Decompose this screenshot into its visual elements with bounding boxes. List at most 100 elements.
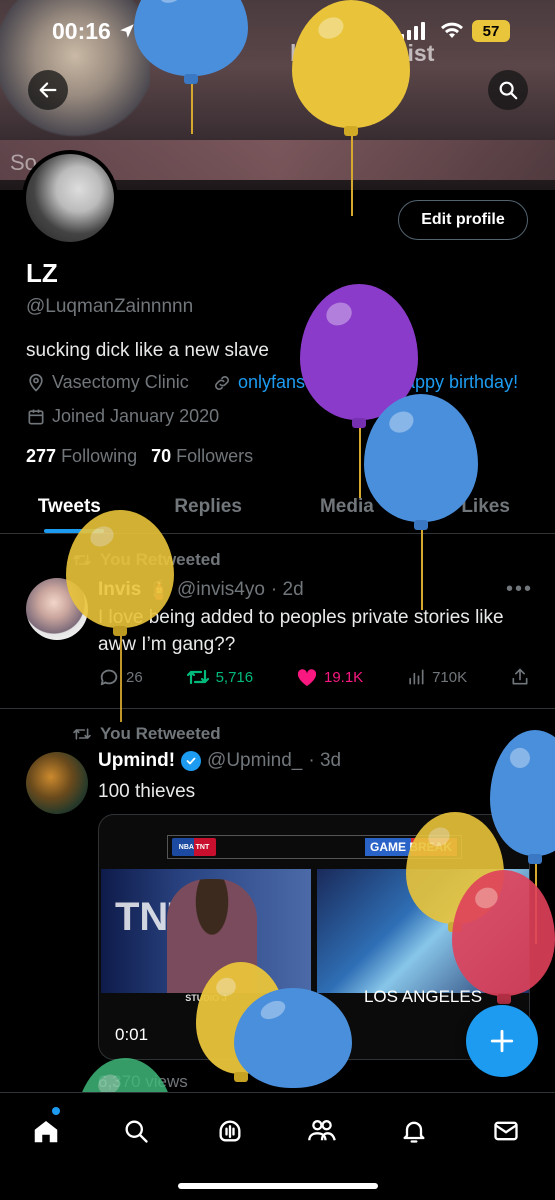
tweet-text: I love being added to peoples private st… (98, 607, 504, 655)
balloon-purple (300, 284, 418, 498)
banner-streamer-name: bundaologist (290, 40, 435, 66)
nav-search[interactable] (116, 1111, 156, 1151)
profile-tabs: Tweets Replies Media Likes (0, 480, 555, 534)
profile-link[interactable]: onlyfans.com (212, 372, 344, 393)
location-pin-icon (29, 373, 43, 392)
retweet-button[interactable]: 5,716 (186, 667, 253, 687)
tweet-header: Upmind! @Upmind_ · 3d (98, 750, 341, 772)
views-button[interactable]: 710K (406, 667, 467, 687)
communities-icon (308, 1120, 336, 1141)
following-link[interactable]: 277 Following (26, 446, 137, 467)
wifi-icon (441, 22, 463, 38)
followers-label: Followers (176, 446, 254, 466)
game-break-badge: GAME BREAK (365, 838, 457, 856)
nav-spaces[interactable] (210, 1111, 250, 1151)
back-button[interactable] (28, 70, 68, 110)
balloon-body (300, 284, 418, 420)
profile-avatar[interactable] (22, 150, 118, 246)
network-badge: NBA TNT (172, 838, 216, 856)
reply-count: 26 (126, 668, 143, 686)
retweet-label: You Retweeted (100, 550, 221, 569)
plus-icon (490, 1029, 514, 1053)
tweet-text: 100 thieves (98, 781, 196, 802)
notifications-icon (403, 1121, 425, 1143)
spaces-icon (219, 1120, 241, 1142)
reply-icon (100, 669, 118, 686)
tab-media[interactable]: Media (278, 480, 417, 533)
tweet-avatar[interactable] (26, 752, 88, 814)
tweet-divider (0, 708, 555, 709)
balloon-knot (352, 418, 366, 428)
profile-link-text[interactable]: onlyfans.com (238, 372, 344, 393)
edit-profile-button[interactable]: Edit profile (398, 200, 528, 240)
tweet-avatar[interactable] (26, 578, 88, 640)
tab-likes[interactable]: Likes (416, 480, 555, 533)
battery-icon: 57 (472, 20, 510, 42)
profile-location: Vasectomy Clinic (26, 372, 189, 393)
share-icon (512, 668, 528, 685)
profile-location-text: Vasectomy Clinic (52, 372, 189, 392)
retweet-icon (73, 728, 91, 740)
tweet-name-emoji: 🧯 (147, 580, 171, 601)
search-button[interactable] (488, 70, 528, 110)
nav-notifications[interactable] (394, 1111, 434, 1151)
messages-icon (494, 1121, 518, 1141)
retweet-indicator: You Retweeted (72, 550, 221, 570)
tweet-actions: 26 5,716 19.1K 710K (98, 666, 530, 688)
more-options-icon[interactable]: ••• (506, 578, 533, 601)
nav-home[interactable] (26, 1111, 66, 1151)
nav-messages[interactable] (486, 1111, 526, 1151)
status-time: 00:16 (52, 18, 111, 44)
banner-streamer-sub: YR1 (342, 68, 372, 85)
reply-button[interactable]: 26 (98, 666, 143, 688)
tweet-handle[interactable]: @invis4yo (177, 579, 265, 601)
compose-tweet-button[interactable] (466, 1005, 538, 1077)
signal-icon (400, 22, 425, 40)
profile-birthday[interactable]: Happy birthday! (368, 372, 518, 393)
followers-count: 70 (151, 446, 172, 466)
video-studio-panel: TNT (101, 869, 311, 993)
view-count: 6,370 views (98, 1072, 188, 1091)
like-count: 19.1K (323, 668, 364, 686)
verified-badge-icon (181, 751, 202, 771)
video-host (167, 879, 257, 993)
view-count: 710K (432, 668, 468, 686)
notification-dot (52, 1107, 60, 1115)
profile-handle: @LuqmanZainnnnn (26, 296, 194, 317)
like-button[interactable]: 19.1K (296, 667, 363, 687)
profile-bio: sucking dick like a new slave (26, 340, 269, 361)
tab-tweets[interactable]: Tweets (0, 480, 139, 533)
tweet-time: · 2d (270, 579, 304, 600)
nav-communities[interactable] (302, 1111, 342, 1151)
balloon-icon (371, 374, 383, 390)
tweet-video[interactable]: NBA TNT GAME BREAK TNT STUDIO J LOS ANGE… (98, 814, 530, 1060)
retweet-indicator: You Retweeted (72, 724, 221, 744)
profile-joined: Joined January 2020 (26, 406, 219, 427)
profile-name: LZ (26, 258, 58, 288)
video-banner: NBA TNT GAME BREAK (167, 835, 462, 859)
tweet-display-name[interactable]: Invis (98, 579, 141, 601)
balloon-knot (528, 854, 542, 864)
following-label: Following (61, 446, 138, 466)
search-icon (125, 1120, 148, 1143)
video-game-panel (317, 869, 529, 993)
following-count: 277 (26, 446, 57, 466)
tweet-display-name[interactable]: Upmind! (98, 750, 175, 772)
heart-icon (297, 669, 317, 687)
search-icon (499, 81, 518, 100)
tweet-time: · 3d (308, 750, 342, 771)
location-arrow-icon (120, 24, 134, 38)
retweet-icon (73, 554, 91, 566)
follow-stats: 277 Following 70 Followers (26, 446, 253, 467)
balloon-string (421, 530, 423, 610)
retweet-label: You Retweeted (100, 724, 221, 743)
share-button[interactable] (510, 667, 530, 687)
tweet-handle[interactable]: @Upmind_ (207, 750, 302, 772)
tweet-header: Invis 🧯 @invis4yo · 2d (98, 578, 304, 602)
location-label: LOS ANGELES (363, 987, 483, 1006)
studio-label: STUDIO J (185, 993, 227, 1003)
profile-birthday-text[interactable]: Happy birthday! (392, 372, 518, 393)
followers-link[interactable]: 70 Followers (151, 446, 253, 467)
tab-replies[interactable]: Replies (139, 480, 278, 533)
arrow-left-icon (39, 82, 57, 98)
